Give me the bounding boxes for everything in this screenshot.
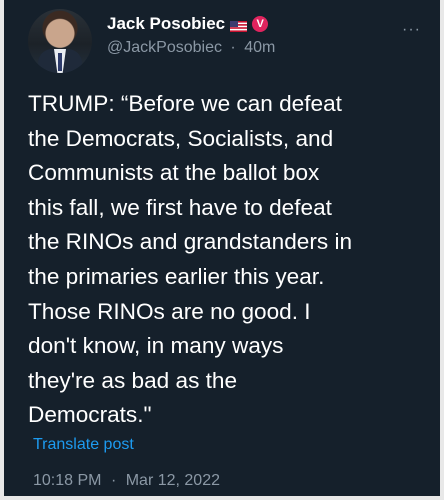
tweet-date: Mar 12, 2022 <box>125 472 220 489</box>
meta-separator: · <box>230 39 236 56</box>
avatar-tie <box>58 53 62 71</box>
avatar[interactable] <box>28 9 92 73</box>
author-name-row: Jack Posobiec V <box>107 13 269 35</box>
tweet-timestamp[interactable]: 10:18 PM · Mar 12, 2022 <box>33 472 220 490</box>
more-options-icon[interactable]: ··· <box>402 22 421 38</box>
translate-post-link[interactable]: Translate post <box>33 436 134 454</box>
author-display-name[interactable]: Jack Posobiec <box>107 14 225 34</box>
timestamp-separator: · <box>110 472 117 489</box>
us-flag-icon <box>230 19 248 32</box>
author-handle-row: @JackPosobiec · 40m <box>107 39 275 57</box>
v-badge-icon: V <box>252 16 269 32</box>
tweet-text: TRUMP: “Before we can defeat the Democra… <box>28 91 353 428</box>
tweet-time: 10:18 PM <box>33 472 102 489</box>
author-handle[interactable]: @JackPosobiec <box>107 39 222 56</box>
relative-time[interactable]: 40m <box>244 39 275 56</box>
tweet-card: Jack Posobiec V @JackPosobiec · 40m ··· … <box>4 0 440 496</box>
